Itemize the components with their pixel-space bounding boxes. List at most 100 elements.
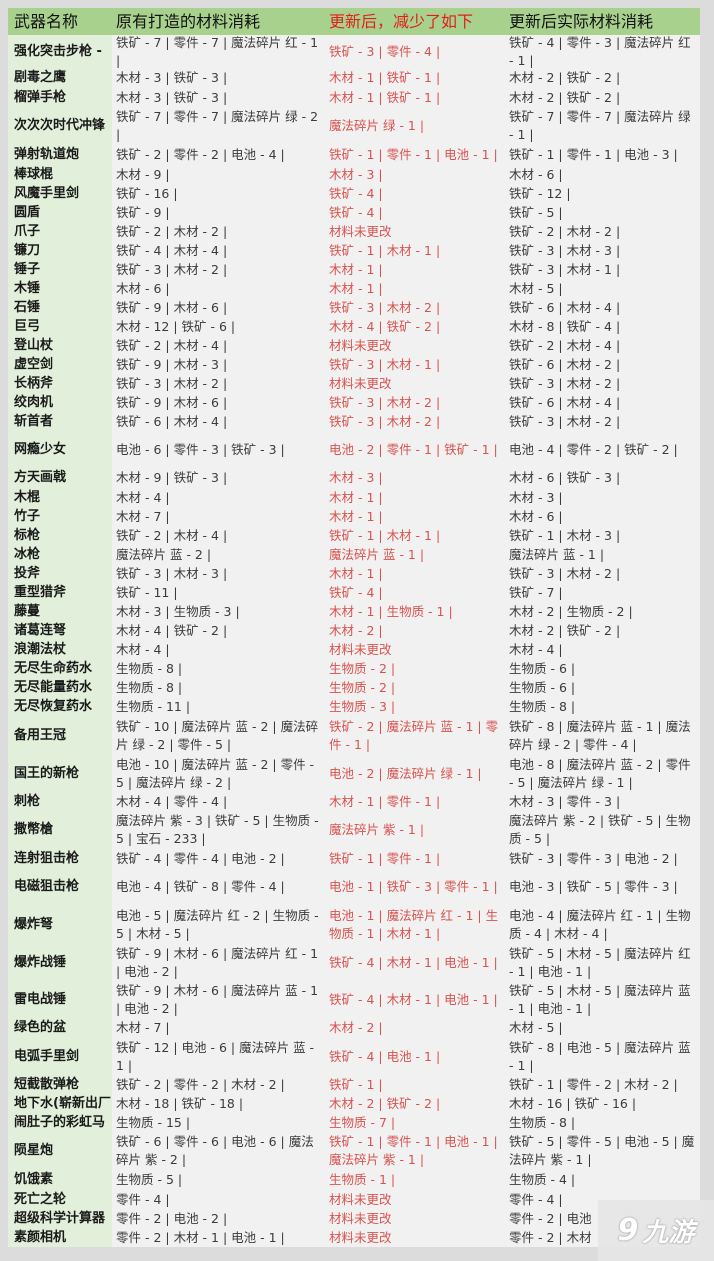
table-row: 重型猎斧 铁矿 - 11 | 铁矿 - 4 | 铁矿 - 7 | <box>8 583 700 602</box>
weapon-name-cell: 雷电战锤 <box>8 981 112 1018</box>
reduced-amount-cell: 电池 - 2 | 魔法碎片 绿 - 1 | <box>329 765 482 781</box>
original-cost-cell: 木材 - 3 | 生物质 - 3 | <box>116 603 240 619</box>
actual-cost-cell: 铁矿 - 5 | 零件 - 5 | 电池 - 5 | 魔法碎片 紫 - 1 | <box>509 1134 695 1167</box>
reduced-amount-cell: 魔法碎片 绿 - 1 | <box>329 118 425 133</box>
original-cost-cell: 铁矿 - 4 | 零件 - 4 | 电池 - 2 | <box>116 850 285 866</box>
original-cost-cell: 木材 - 7 | <box>116 508 170 524</box>
original-cost-cell: 木材 - 7 | <box>116 1020 170 1035</box>
weapon-name-cell: 冰枪 <box>8 545 112 564</box>
original-cost-cell: 木材 - 4 | 铁矿 - 2 | <box>116 622 228 638</box>
reduced-amount-cell: 木材 - 2 | 铁矿 - 2 | <box>329 1095 441 1111</box>
table-row: 棒球棍 木材 - 9 | 木材 - 3 | 木材 - 6 | <box>8 165 700 184</box>
original-cost-cell: 铁矿 - 3 | 木材 - 2 | <box>116 261 228 277</box>
reduced-amount-cell: 电池 - 1 | 铁矿 - 3 | 零件 - 1 | <box>329 879 498 894</box>
weapon-name-cell: 绞肉机 <box>8 393 112 412</box>
weapon-name-cell: 电磁狙击枪 <box>8 868 112 906</box>
actual-cost-cell: 木材 - 5 | <box>509 1020 563 1035</box>
jiuyou-logo-icon: 9 <box>617 1213 639 1248</box>
weapon-name-cell: 备用王冠 <box>8 716 112 755</box>
original-cost-cell: 木材 - 12 | 铁矿 - 6 | <box>116 318 236 334</box>
table-row: 撒幣槍 魔法碎片 紫 - 3 | 铁矿 - 5 | 生物质 - 5 | 宝石 - … <box>8 811 700 849</box>
table-row: 诸葛连弩 木材 - 4 | 铁矿 - 2 | 木材 - 2 | 木材 - 2 | 铁矿… <box>8 621 700 640</box>
table-row: 锤子 铁矿 - 3 | 木材 - 2 | 木材 - 1 | 铁矿 - 3 | 木材 -… <box>8 260 700 279</box>
reduced-amount-cell: 铁矿 - 3 | 木材 - 1 | <box>329 356 441 372</box>
weapon-name-cell: 无尽生命药水 <box>8 659 112 678</box>
table-row: 绿色的盆 木材 - 7 | 木材 - 2 | 木材 - 5 | <box>8 1018 700 1038</box>
actual-cost-cell: 生物质 - 4 | <box>509 1172 576 1187</box>
original-cost-cell: 铁矿 - 2 | 零件 - 2 | 电池 - 4 | <box>116 147 285 162</box>
reduced-amount-cell: 材料未更改 <box>329 337 392 353</box>
original-cost-cell: 零件 - 4 | <box>116 1191 170 1207</box>
actual-cost-cell: 铁矿 - 6 | 木材 - 4 | <box>509 394 621 410</box>
weapon-name-cell: 镰刀 <box>8 241 112 260</box>
table-row: 饥饿素 生物质 - 5 | 生物质 - 1 | 生物质 - 4 | <box>8 1170 700 1190</box>
reduced-amount-cell: 木材 - 1 | <box>329 565 383 581</box>
actual-cost-cell: 电池 - 4 | 零件 - 2 | 铁矿 - 2 | <box>509 441 678 457</box>
actual-cost-cell: 生物质 - 6 | <box>509 660 576 676</box>
table-row: 备用王冠 铁矿 - 10 | 魔法碎片 蓝 - 2 | 魔法碎片 绿 - 2 | … <box>8 716 700 755</box>
actual-cost-cell: 铁矿 - 1 | 木材 - 3 | <box>509 527 621 543</box>
actual-cost-cell: 电池 - 3 | 铁矿 - 5 | 零件 - 3 | <box>509 879 678 894</box>
reduced-amount-cell: 铁矿 - 3 | 零件 - 4 | <box>329 43 441 59</box>
table-row: 爆炸战锤 铁矿 - 9 | 木材 - 6 | 魔法碎片 红 - 1 | 电池 - … <box>8 944 700 981</box>
table-row: 刺枪 木材 - 4 | 零件 - 4 | 木材 - 1 | 零件 - 1 | 木材 -… <box>8 792 700 811</box>
weapon-name-cell: 巨弓 <box>8 317 112 336</box>
materials-table: 武器名称 原有打造的材料消耗 更新后，减少了如下 更新后实际材料消耗 强化突击步… <box>8 8 700 1247</box>
weapon-name-cell: 木棍 <box>8 488 112 507</box>
original-cost-cell: 木材 - 6 | <box>116 280 170 296</box>
header-weapon-name: 武器名称 <box>8 8 112 35</box>
reduced-amount-cell: 材料未更改 <box>329 1191 392 1207</box>
table-row: 网瘾少女 电池 - 6 | 零件 - 3 | 铁矿 - 3 | 电池 - 2 | 零… <box>8 431 700 468</box>
weapon-name-cell: 爆炸战锤 <box>8 944 112 981</box>
original-cost-cell: 木材 - 4 | <box>116 641 170 657</box>
reduced-amount-cell: 木材 - 2 | <box>329 1020 383 1035</box>
reduced-amount-cell: 生物质 - 2 | <box>329 679 396 695</box>
reduced-amount-cell: 铁矿 - 4 | <box>329 584 383 600</box>
reduced-amount-cell: 材料未更改 <box>329 375 392 391</box>
actual-cost-cell: 木材 - 3 | 零件 - 3 | <box>509 793 621 809</box>
weapon-name-cell: 重型猎斧 <box>8 583 112 602</box>
actual-cost-cell: 魔法碎片 蓝 - 1 | <box>509 546 605 562</box>
table-row: 浪潮法杖 木材 - 4 | 材料未更改 木材 - 4 | <box>8 640 700 659</box>
reduced-amount-cell: 铁矿 - 1 | 木材 - 1 | <box>329 527 441 543</box>
table-row: 风魔手里剑 铁矿 - 16 | 铁矿 - 4 | 铁矿 - 12 | <box>8 184 700 203</box>
reduced-amount-cell: 木材 - 1 | 铁矿 - 1 | <box>329 89 441 105</box>
original-cost-cell: 魔法碎片 蓝 - 2 | <box>116 546 212 562</box>
weapon-name-cell: 圆盾 <box>8 203 112 222</box>
weapon-name-cell: 绿色的盆 <box>8 1018 112 1038</box>
table-row: 电磁狙击枪 电池 - 4 | 铁矿 - 8 | 零件 - 4 | 电池 - 1 | … <box>8 868 700 906</box>
original-cost-cell: 铁矿 - 3 | 木材 - 2 | <box>116 375 228 391</box>
reduced-amount-cell: 木材 - 3 | <box>329 166 383 182</box>
reduced-amount-cell: 铁矿 - 3 | 木材 - 2 | <box>329 413 441 429</box>
table-row: 藤蔓 木材 - 3 | 生物质 - 3 | 木材 - 1 | 生物质 - 1 | 木材… <box>8 602 700 621</box>
table-row: 雷电战锤 铁矿 - 9 | 木材 - 6 | 魔法碎片 蓝 - 1 | 电池 - … <box>8 981 700 1018</box>
table-row: 爪子 铁矿 - 2 | 木材 - 2 | 材料未更改 铁矿 - 2 | 木材 - 2 … <box>8 222 700 241</box>
table-row: 死亡之轮 零件 - 4 | 材料未更改 零件 - 4 | <box>8 1190 700 1209</box>
actual-cost-cell: 木材 - 6 | <box>509 508 563 524</box>
weapon-name-cell: 竹子 <box>8 507 112 526</box>
actual-cost-cell: 木材 - 2 | 铁矿 - 2 | <box>509 70 621 85</box>
weapon-name-cell: 木锤 <box>8 279 112 298</box>
weapon-name-cell: 网瘾少女 <box>8 431 112 468</box>
table-row: 次次次时代冲锋 铁矿 - 7 | 零件 - 7 | 魔法碎片 绿 - 2 | 魔法碎… <box>8 107 700 145</box>
weapon-name-cell: 爆炸弩 <box>8 906 112 944</box>
original-cost-cell: 木材 - 3 | 铁矿 - 3 | <box>116 89 228 105</box>
actual-cost-cell: 木材 - 4 | <box>509 641 563 657</box>
table-row: 短截散弹枪 铁矿 - 2 | 零件 - 2 | 木材 - 2 | 铁矿 - 1 | 铁… <box>8 1075 700 1094</box>
actual-cost-cell: 铁矿 - 3 | 木材 - 2 | <box>509 375 621 391</box>
table-row: 方天画戟 木材 - 9 | 铁矿 - 3 | 木材 - 3 | 木材 - 6 | 铁矿… <box>8 468 700 488</box>
actual-cost-cell: 生物质 - 8 | <box>509 1114 576 1130</box>
weapon-name-cell: 诸葛连弩 <box>8 621 112 640</box>
reduced-amount-cell: 木材 - 1 | 生物质 - 1 | <box>329 603 453 619</box>
reduced-amount-cell: 材料未更改 <box>329 223 392 239</box>
original-cost-cell: 铁矿 - 9 | <box>116 204 170 220</box>
actual-cost-cell: 铁矿 - 5 | 木材 - 5 | 魔法碎片 红 - 1 | 电池 - 1 | <box>509 945 691 979</box>
weapon-name-cell: 爪子 <box>8 222 112 241</box>
reduced-amount-cell: 生物质 - 1 | <box>329 1172 396 1187</box>
reduced-amount-cell: 铁矿 - 1 | 木材 - 1 | <box>329 242 441 258</box>
table-row: 木锤 木材 - 6 | 木材 - 1 | 木材 - 5 | <box>8 279 700 298</box>
weapon-name-cell: 强化突击步枪 - <box>8 35 112 68</box>
actual-cost-cell: 木材 - 2 | 生物质 - 2 | <box>509 603 633 619</box>
table-row: 镰刀 铁矿 - 4 | 木材 - 4 | 铁矿 - 1 | 木材 - 1 | 铁矿 -… <box>8 241 700 260</box>
table-row: 无尽恢复药水 生物质 - 11 | 生物质 - 3 | 生物质 - 8 | <box>8 697 700 716</box>
